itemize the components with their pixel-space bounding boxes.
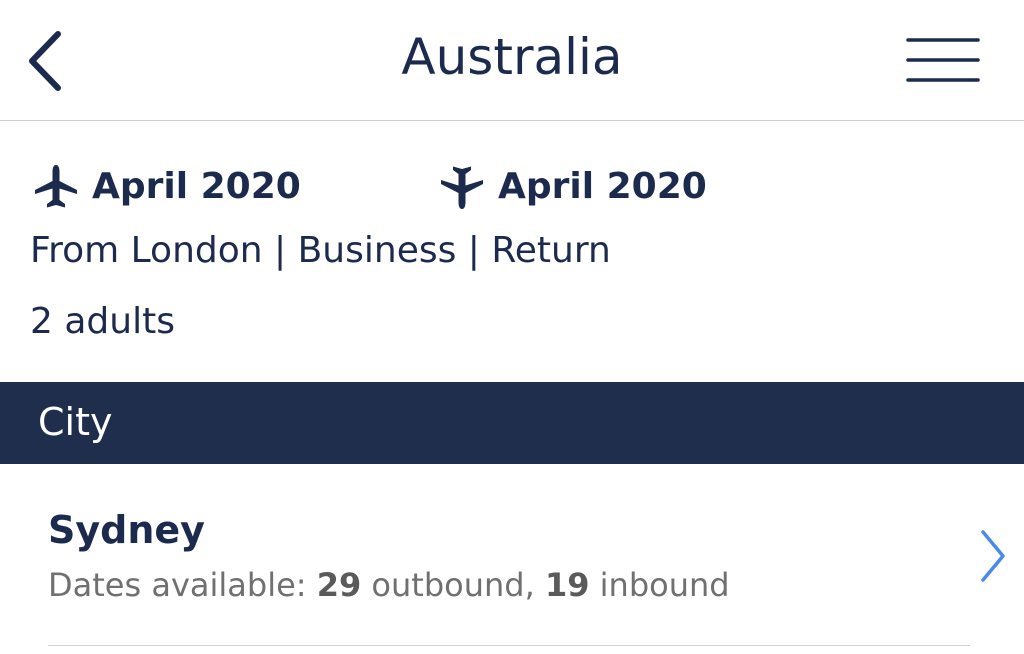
row-divider: [48, 645, 970, 646]
plane-arrival-icon: [436, 161, 488, 213]
section-label: City: [38, 400, 113, 444]
outbound-label: outbound,: [361, 566, 545, 604]
dates-prefix: Dates available:: [48, 566, 317, 604]
list-item-city[interactable]: Sydney Dates available: 29 outbound, 19 …: [0, 464, 1024, 646]
outbound-date-text: April 2020: [92, 166, 301, 207]
top-nav-bar: Australia: [0, 0, 1024, 121]
passenger-count: 2 adults: [30, 301, 175, 342]
city-name: Sydney: [48, 508, 205, 552]
inbound-date-text: April 2020: [498, 166, 707, 207]
trip-details: From London | Business | Return: [30, 230, 611, 271]
menu-button[interactable]: [900, 30, 986, 90]
hamburger-menu-icon: [906, 38, 980, 82]
dates-available: Dates available: 29 outbound, 19 inbound: [48, 564, 730, 606]
section-header: City: [0, 382, 1024, 464]
outbound-count: 29: [316, 566, 362, 604]
page: Australia April 2020 April 2020 From Lon…: [0, 0, 1024, 654]
outbound-date: April 2020: [30, 161, 301, 213]
page-title: Australia: [401, 28, 623, 86]
trip-summary: April 2020 April 2020 From London | Busi…: [0, 121, 1024, 381]
chevron-right-icon: [968, 526, 1018, 586]
inbound-date: April 2020: [436, 161, 707, 213]
inbound-count: 19: [544, 566, 590, 604]
plane-departure-icon: [30, 161, 82, 213]
inbound-label: inbound: [589, 566, 730, 604]
